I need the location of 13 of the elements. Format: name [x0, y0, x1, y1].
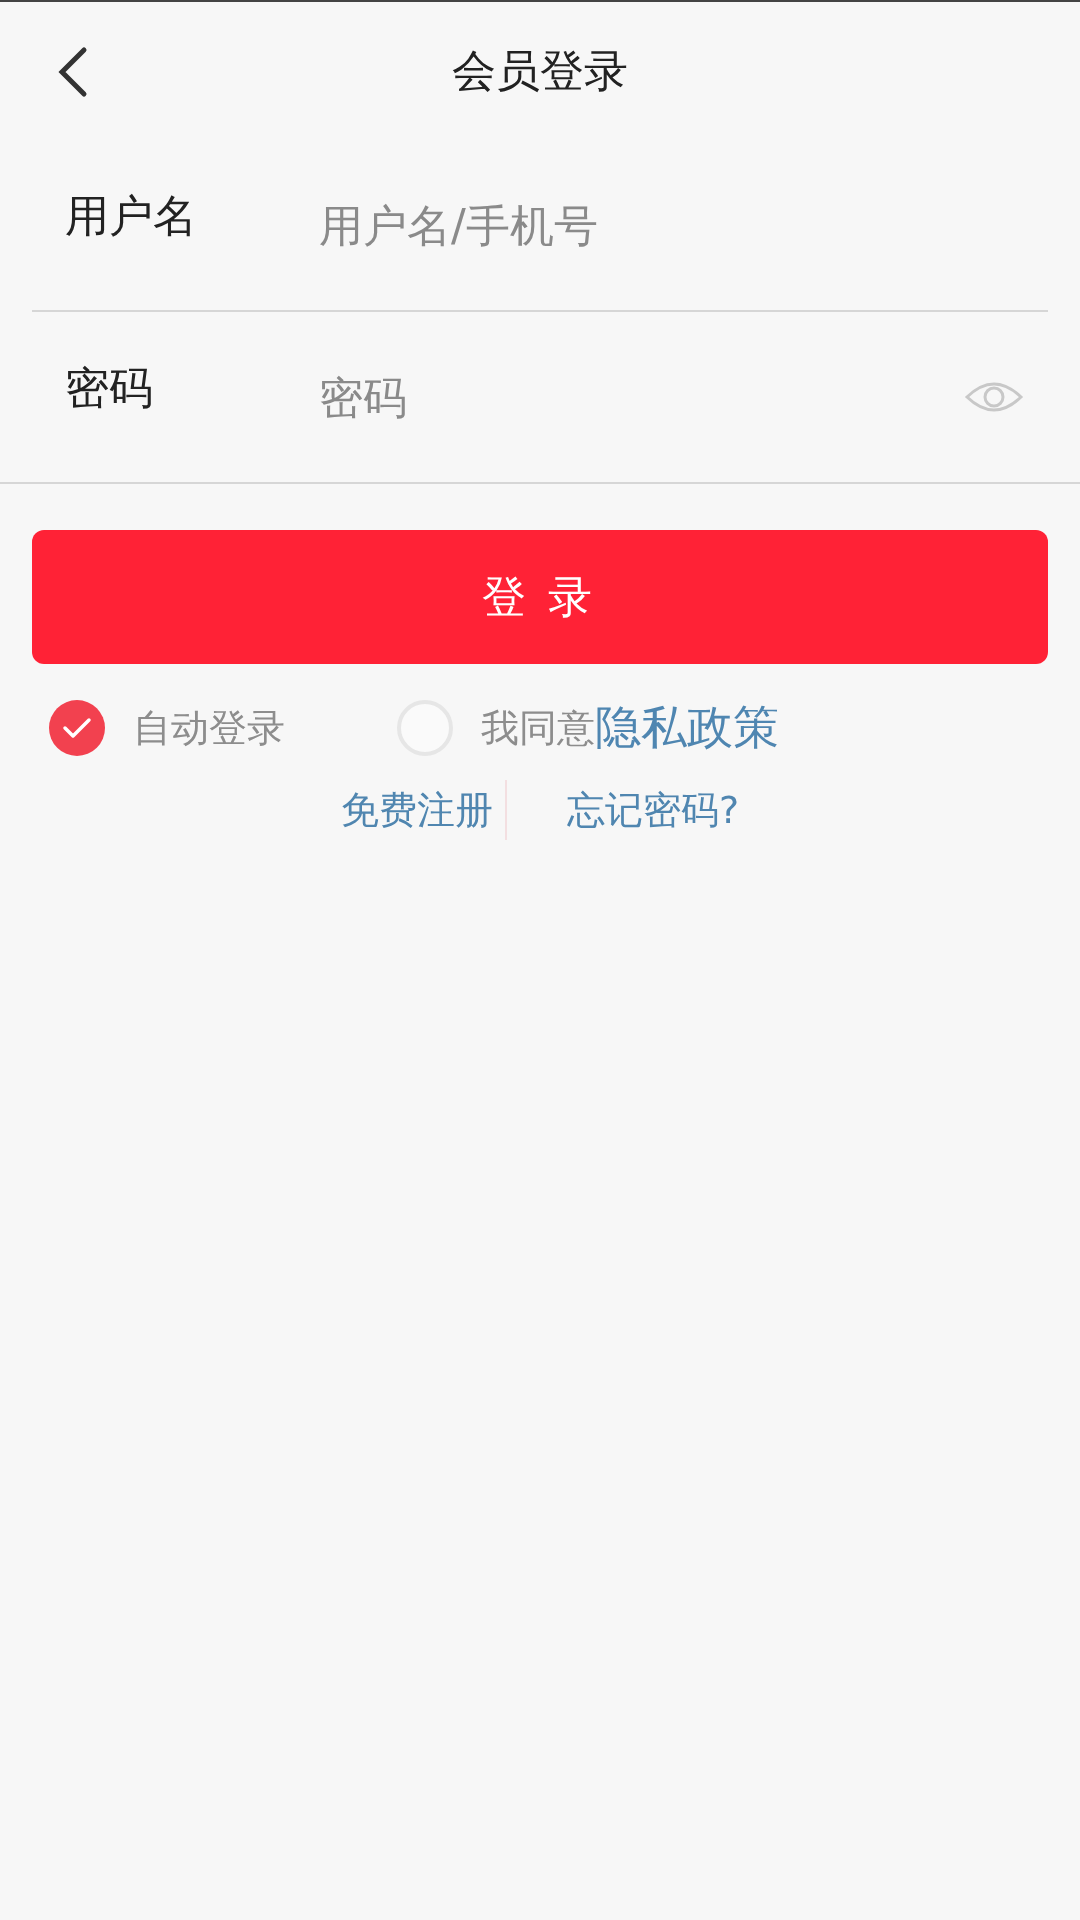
option-label: 自动登录	[133, 704, 285, 752]
username-field[interactable]: 用户名/手机号	[319, 195, 1048, 255]
page-title: 会员登录	[452, 43, 628, 98]
option-label: 我同意	[481, 704, 595, 752]
privacy-policy-link[interactable]: 隐私政策	[595, 697, 779, 759]
register-link[interactable]: 免费注册	[340, 784, 493, 836]
checkmark-icon	[62, 717, 92, 739]
checked-checkbox[interactable]	[49, 700, 105, 756]
field-label: 密码	[64, 360, 154, 415]
forgot-password-link[interactable]: 忘记密码?	[566, 784, 740, 836]
field-label: 用户名	[64, 188, 198, 243]
password-field[interactable]: 密码	[319, 367, 964, 427]
login-button[interactable]: 登录	[32, 530, 1048, 664]
